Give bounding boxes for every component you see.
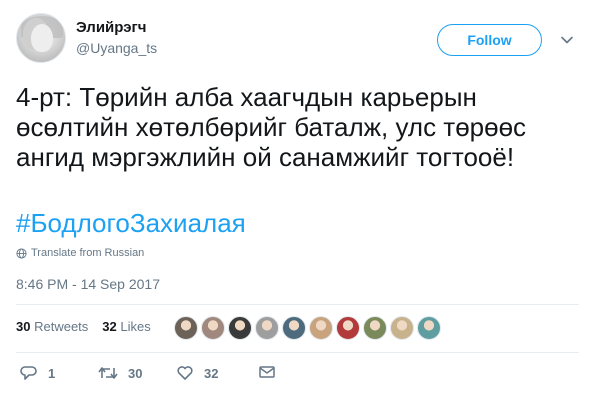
envelope-icon — [259, 366, 275, 378]
divider-top — [16, 304, 579, 305]
likes-label: Likes — [120, 319, 151, 334]
translate-link[interactable]: Translate from Russian — [16, 247, 144, 259]
follow-button[interactable]: Follow — [437, 24, 542, 56]
divider-bottom — [16, 352, 579, 353]
liker-avatar[interactable] — [228, 316, 252, 340]
liker-avatar[interactable] — [336, 316, 360, 340]
liker-avatar[interactable] — [417, 316, 441, 340]
tweet-text: 4-рт: Төрийн алба хаагчдын карьерын өсөл… — [16, 82, 527, 172]
liker-avatars — [174, 316, 441, 340]
globe-icon — [16, 247, 27, 259]
heart-icon — [177, 366, 193, 380]
like-count: 32 — [204, 365, 219, 381]
retweets-count: 30 — [16, 319, 31, 334]
liker-avatar[interactable] — [309, 316, 333, 340]
likes-count: 32 — [102, 319, 117, 334]
retweet-icon — [98, 367, 118, 379]
tweet-hashtag[interactable]: #БодлогоЗахиалая — [16, 208, 246, 239]
user-display-name[interactable]: Элийрэгч — [76, 19, 146, 36]
liker-avatar[interactable] — [174, 316, 198, 340]
like-action[interactable]: 32 — [176, 364, 218, 382]
reply-action[interactable]: 1 — [20, 364, 55, 382]
tweet-actions: 1 30 32 — [0, 364, 595, 392]
liker-avatar[interactable] — [363, 316, 387, 340]
retweet-action[interactable]: 30 — [98, 364, 142, 382]
reply-count: 1 — [48, 365, 56, 381]
liker-avatar[interactable] — [282, 316, 306, 340]
user-avatar[interactable] — [16, 13, 66, 63]
tweet-stats: 30 Retweets 32 Likes — [16, 319, 151, 334]
likes-stat[interactable]: 32 Likes — [102, 319, 150, 334]
retweets-label: Retweets — [34, 319, 89, 334]
translate-label: Translate from Russian — [31, 247, 145, 259]
liker-avatar[interactable] — [390, 316, 414, 340]
direct-message-action[interactable] — [258, 364, 276, 380]
tweet-timestamp[interactable]: 8:46 PM - 14 Sep 2017 — [16, 276, 160, 292]
reply-icon — [20, 366, 37, 380]
avatar-face — [31, 24, 53, 52]
retweet-count: 30 — [128, 365, 143, 381]
liker-avatar[interactable] — [255, 316, 279, 340]
chevron-down-icon[interactable] — [560, 33, 574, 47]
retweets-stat[interactable]: 30 Retweets — [16, 319, 88, 334]
liker-avatar[interactable] — [201, 316, 225, 340]
user-handle[interactable]: @Uyanga_ts — [76, 40, 157, 56]
